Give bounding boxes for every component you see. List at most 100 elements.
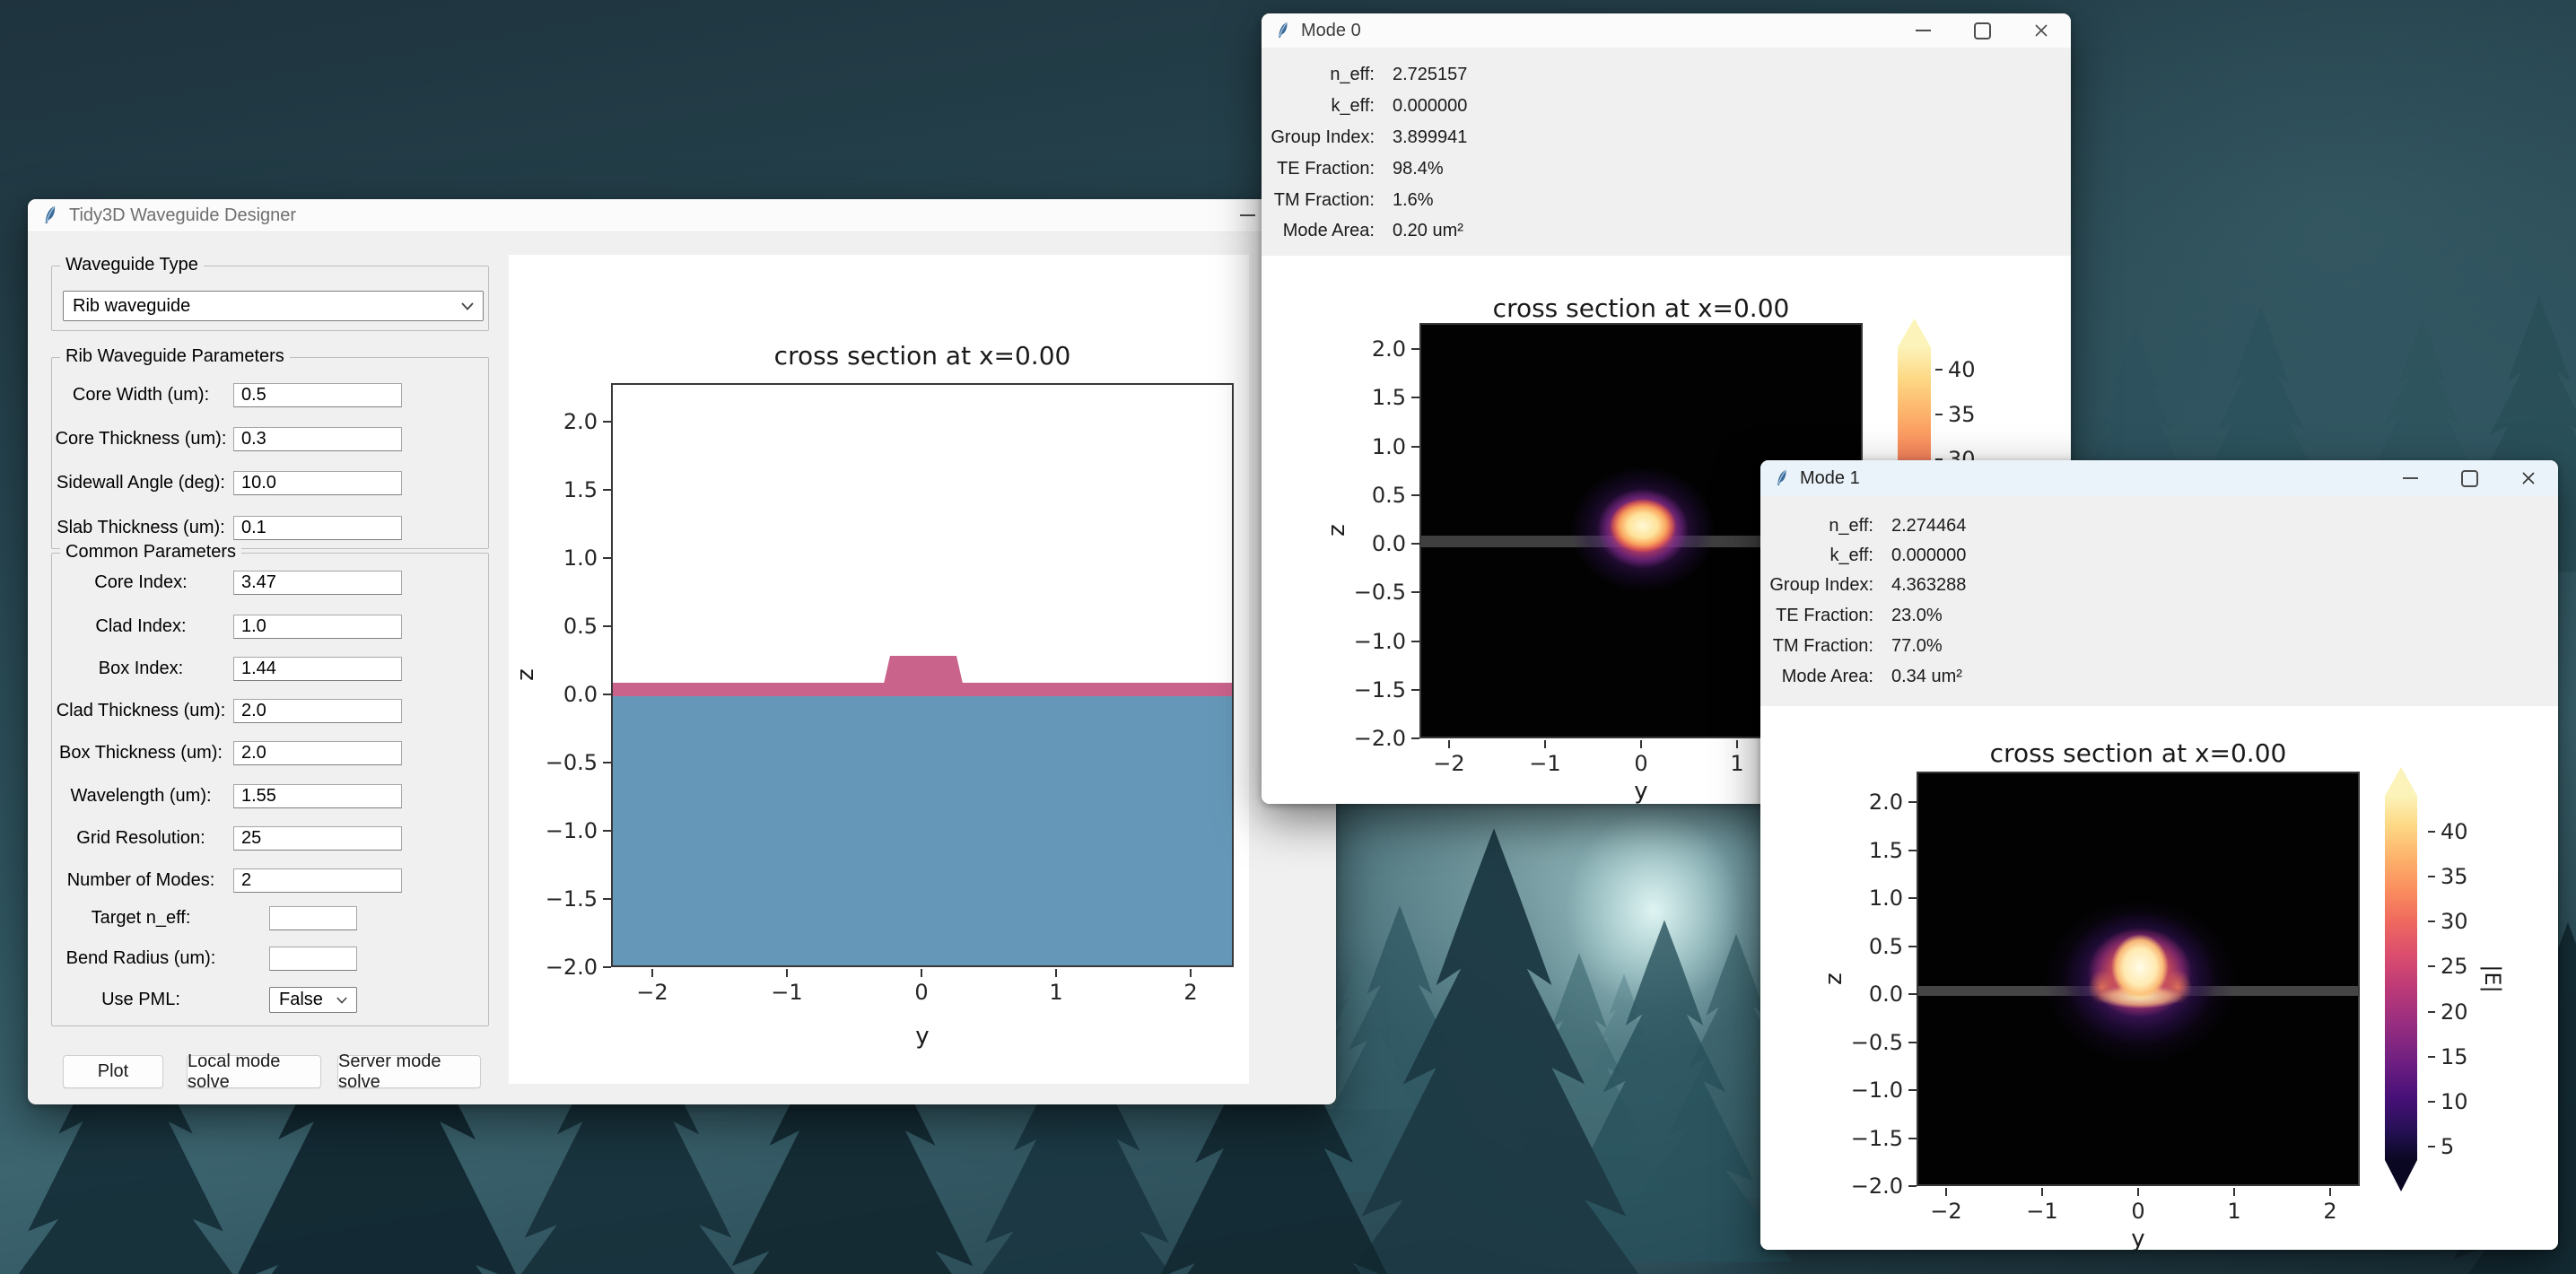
box-index-input[interactable] (233, 657, 402, 681)
group-label: Common Parameters (60, 542, 241, 563)
slab-thickness-input[interactable] (233, 516, 402, 540)
server-mode-solve-label: Server mode solve (338, 1051, 480, 1093)
x-axis-ticks: −2 −1 0 1 2 (1919, 1188, 2357, 1224)
wavelength-input[interactable] (233, 784, 402, 808)
field-label-use-pml: Use PML: (51, 987, 231, 1013)
stat-mode-area: Mode Area: 0.20 um² (1262, 219, 1710, 242)
window-title: Tidy3D Waveguide Designer (69, 205, 296, 226)
stat-keff: k_eff: 0.000000 (1760, 544, 2209, 567)
window-mode-1: Mode 1 n_eff: 2.274464 k_eff: 0.000000 G… (1760, 460, 2558, 1250)
colorbar-arrow-top (2385, 767, 2417, 796)
maximize-button[interactable] (2440, 460, 2499, 496)
y-axis-label: z (1323, 512, 1356, 548)
local-mode-solve-button[interactable]: Local mode solve (187, 1055, 321, 1088)
stat-neff: n_eff: 2.274464 (1760, 514, 2209, 537)
plot-button-label: Plot (98, 1061, 128, 1082)
field-label-slab-thickness: Slab Thickness (um): (51, 516, 231, 540)
minimize-icon (1916, 30, 1931, 31)
colorbar-label: |E| (2473, 959, 2505, 999)
target-neff-input[interactable] (269, 906, 357, 930)
stat-group-index: Group Index: 3.899941 (1262, 126, 1710, 149)
stat-keff: k_eff: 0.000000 (1262, 94, 1710, 118)
window-title: Mode 0 (1301, 21, 1361, 41)
field-label-bend-radius: Bend Radius (um): (51, 947, 231, 971)
plot-title: cross section at x=0.00 (1282, 293, 2000, 323)
substrate-layer (613, 696, 1232, 965)
colorbar (2385, 767, 2417, 1191)
field-label-core-thickness: Core Thickness (um): (51, 427, 231, 451)
close-button[interactable] (2499, 460, 2558, 496)
colorbar-gradient (2385, 796, 2417, 1160)
python-feather-icon (1775, 468, 1789, 488)
maximize-button[interactable] (1952, 13, 2012, 48)
plot-button[interactable]: Plot (63, 1055, 163, 1088)
minimize-icon (2403, 477, 2418, 479)
field-label-number-of-modes: Number of Modes: (51, 868, 231, 893)
maximize-icon (1974, 22, 1991, 39)
group-label: Rib Waveguide Parameters (60, 346, 290, 367)
field-label-box-index: Box Index: (51, 657, 231, 681)
titlebar-mode-1[interactable]: Mode 1 (1760, 460, 2558, 496)
titlebar-waveguide-designer[interactable]: Tidy3D Waveguide Designer (28, 199, 1336, 232)
colorbar-arrow-bottom (2385, 1160, 2417, 1191)
local-mode-solve-label: Local mode solve (188, 1051, 320, 1093)
x-axis-label: y (1613, 778, 1669, 804)
box-thickness-input[interactable] (233, 741, 402, 765)
python-feather-icon (1276, 21, 1290, 40)
field-label-target-neff: Target n_eff: (51, 906, 231, 930)
plot-title: cross section at x=0.00 (563, 341, 1281, 371)
minimize-icon (1240, 214, 1255, 216)
minimize-button[interactable] (1893, 13, 1952, 48)
close-icon (2521, 471, 2536, 485)
server-mode-solve-button[interactable]: Server mode solve (337, 1055, 481, 1088)
sidewall-angle-input[interactable] (233, 471, 402, 495)
window-title: Mode 1 (1800, 468, 1860, 489)
combobox-value: False (279, 990, 323, 1010)
python-feather-icon (42, 205, 58, 226)
colorbar-ticks: 40 35 30 25 20 15 10 5 (2428, 819, 2477, 1159)
core-width-input[interactable] (233, 383, 402, 407)
close-button[interactable] (2012, 13, 2071, 48)
number-of-modes-input[interactable] (233, 868, 402, 893)
clad-thickness-input[interactable] (233, 699, 402, 723)
titlebar-mode-0[interactable]: Mode 0 (1262, 13, 2071, 48)
field-label-core-width: Core Width (um): (51, 383, 231, 407)
stat-group-index: Group Index: 4.363288 (1760, 573, 2209, 597)
close-icon (2034, 23, 2048, 38)
mode-field-blob (1918, 773, 2358, 1184)
window-waveguide-designer: Tidy3D Waveguide Designer Waveguide Type… (28, 199, 1336, 1104)
plot-axes (611, 383, 1234, 967)
combobox-value: Rib waveguide (73, 296, 190, 317)
stat-te-fraction: TE Fraction: 98.4% (1262, 157, 1710, 180)
field-label-clad-thickness: Clad Thickness (um): (51, 699, 231, 723)
field-label-clad-index: Clad Index: (51, 615, 231, 639)
stat-te-fraction: TE Fraction: 23.0% (1760, 604, 2209, 627)
minimize-button[interactable] (2380, 460, 2440, 496)
mode1-axes (1917, 772, 2360, 1186)
x-axis-label: y (2110, 1226, 2166, 1250)
core-index-input[interactable] (233, 571, 402, 595)
field-label-sidewall-angle: Sidewall Angle (deg): (51, 471, 231, 495)
field-label-box-thickness: Box Thickness (um): (51, 741, 231, 765)
maximize-icon (2461, 470, 2478, 487)
chevron-down-icon (336, 997, 347, 1004)
use-pml-combobox[interactable]: False (269, 987, 357, 1013)
core-thickness-input[interactable] (233, 427, 402, 451)
stat-tm-fraction: TM Fraction: 1.6% (1262, 188, 1710, 212)
bend-radius-input[interactable] (269, 947, 357, 971)
slab-layer (613, 683, 1232, 696)
x-axis-label: y (895, 1023, 950, 1050)
y-axis-label: z (1821, 961, 1853, 997)
cross-section-figure: cross section at x=0.00 2.0 1.5 1.0 0.5 … (509, 255, 1249, 1084)
field-label-wavelength: Wavelength (um): (51, 784, 231, 808)
mode1-figure: cross section at x=0.00 2.0 1.5 1.0 0.5 … (1760, 706, 2558, 1250)
y-axis-ticks: 2.0 1.5 1.0 0.5 0.0 −0.5 −1.0 −1.5 −2.0 (536, 409, 611, 980)
waveguide-type-combobox[interactable]: Rib waveguide (63, 291, 484, 321)
grid-resolution-input[interactable] (233, 826, 402, 851)
field-label-core-index: Core Index: (51, 571, 231, 595)
clad-index-input[interactable] (233, 615, 402, 639)
stat-mode-area: Mode Area: 0.34 um² (1760, 665, 2209, 688)
stat-neff: n_eff: 2.725157 (1262, 63, 1710, 86)
y-axis-label: z (512, 657, 545, 693)
rib-core-shape (884, 656, 963, 684)
